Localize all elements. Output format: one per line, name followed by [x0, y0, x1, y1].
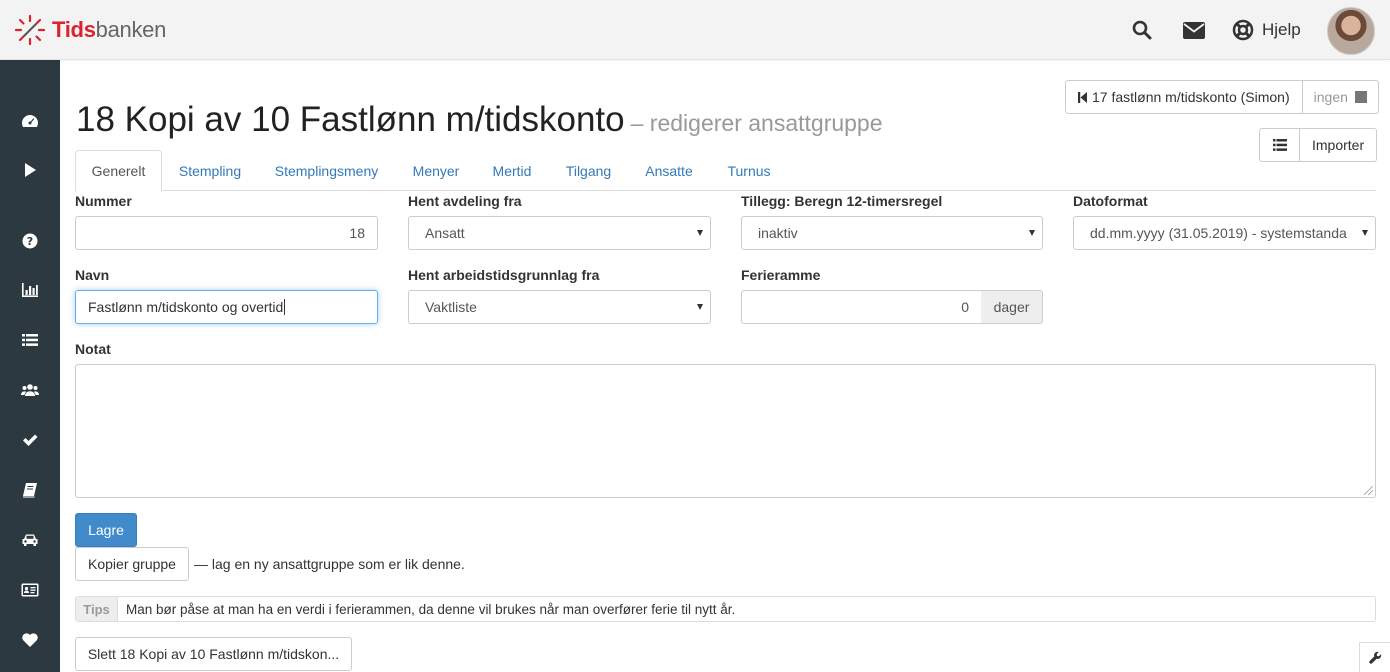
arbeidstid-select[interactable]: Vaktliste: [408, 290, 711, 324]
avatar[interactable]: [1327, 7, 1375, 55]
sidebar-item-car[interactable]: [0, 522, 60, 558]
search-icon[interactable]: [1130, 18, 1154, 42]
nummer-label: Nummer: [75, 193, 132, 209]
datoformat-value: dd.mm.yyyy (31.05.2019) - systemstanda: [1090, 225, 1347, 241]
tab-turnus[interactable]: Turnus: [716, 150, 782, 191]
sidebar-item-help[interactable]: ?: [0, 223, 60, 259]
next-group-label: ingen: [1313, 89, 1348, 105]
notat-textarea[interactable]: [75, 364, 1376, 498]
text-cursor: [284, 299, 286, 315]
ferieramme-input[interactable]: 0: [741, 290, 982, 324]
page-subtitle: – redigerer ansattgruppe: [630, 110, 883, 136]
tab-stemplingsmeny[interactable]: Stemplingsmeny: [262, 150, 391, 191]
caret-down-icon: [697, 230, 703, 236]
help-label: Hjelp: [1262, 20, 1301, 39]
check-icon: [23, 434, 38, 446]
book-icon: [23, 483, 37, 498]
tab-menyer[interactable]: Menyer: [399, 150, 473, 191]
ferieramme-unit: dager: [981, 290, 1043, 324]
avdeling-value: Ansatt: [425, 225, 465, 241]
tips-text: Man bør påse at man ha en verdi i ferier…: [126, 601, 736, 617]
step-backward-icon: [1078, 91, 1087, 103]
tab-mertid[interactable]: Mertid: [482, 150, 542, 191]
users-icon: [21, 384, 39, 396]
tips-label: Tips: [76, 597, 118, 621]
help-button[interactable]: Hjelp: [1232, 18, 1301, 42]
copy-group-button[interactable]: Kopier gruppe: [75, 547, 189, 581]
sidebar-item-play[interactable]: [0, 152, 60, 188]
page-title-main: 18 Kopi av 10 Fastlønn m/tidskonto: [76, 100, 625, 139]
sidebar-item-reports[interactable]: [0, 272, 60, 308]
prev-group-button[interactable]: 17 fastlønn m/tidskonto (Simon): [1065, 80, 1303, 114]
ferieramme-label: Ferieramme: [741, 267, 821, 283]
group-navigation: 17 fastlønn m/tidskonto (Simon) ingen: [1065, 80, 1379, 114]
sidebar-item-employees[interactable]: [0, 372, 60, 408]
id-card-icon: [21, 583, 39, 597]
tillegg-value: inaktiv: [758, 225, 798, 241]
sidebar-item-approve[interactable]: [0, 422, 60, 458]
heart-icon: [22, 633, 38, 647]
caret-down-icon: [1029, 230, 1035, 236]
datoformat-label: Datoformat: [1073, 193, 1148, 209]
sidebar-item-dashboard[interactable]: [0, 103, 60, 139]
resize-handle[interactable]: [1364, 486, 1373, 495]
datoformat-select[interactable]: dd.mm.yyyy (31.05.2019) - systemstanda: [1073, 216, 1376, 250]
top-bar: Tidsbanken Hjelp: [0, 0, 1390, 60]
tillegg-label: Tillegg: Beregn 12-timersregel: [741, 193, 943, 209]
notat-label: Notat: [75, 341, 111, 357]
avdeling-label: Hent avdeling fra: [408, 193, 522, 209]
arbeidstid-value: Vaktliste: [425, 299, 477, 315]
tab-generelt[interactable]: Generelt: [75, 150, 162, 192]
car-icon: [22, 534, 38, 546]
wrench-icon[interactable]: [1359, 642, 1390, 672]
tab-tilgang[interactable]: Tilgang: [553, 150, 624, 191]
bar-chart-icon: [22, 283, 38, 297]
avdeling-select[interactable]: Ansatt: [408, 216, 711, 250]
caret-down-icon: [1362, 230, 1368, 236]
list-icon: [22, 334, 38, 346]
sidebar-item-idcard[interactable]: [0, 572, 60, 608]
prev-group-label: 17 fastlønn m/tidskonto (Simon): [1092, 89, 1290, 105]
page-title: 18 Kopi av 10 Fastlønn m/tidskonto – redi…: [76, 100, 883, 140]
logo-text: Tidsbanken: [52, 17, 167, 42]
arbeidstid-label: Hent arbeidstidsgrunnlag fra: [408, 267, 600, 283]
copy-group-description: — lag en ny ansattgruppe som er lik denn…: [194, 556, 465, 572]
sidebar-item-book[interactable]: [0, 472, 60, 508]
play-icon: [25, 163, 36, 177]
nummer-input[interactable]: 18: [75, 216, 378, 250]
stop-icon: [1354, 91, 1367, 103]
sidebar: ?: [0, 60, 60, 672]
next-group-button[interactable]: ingen: [1302, 80, 1379, 114]
navn-value: Fastlønn m/tidskonto og overtid: [88, 299, 284, 315]
caret-down-icon: [697, 304, 703, 310]
svg-text:?: ?: [27, 235, 33, 248]
navn-label: Navn: [75, 267, 110, 283]
lifebuoy-icon: [1232, 19, 1254, 41]
logo-clock-icon: [14, 14, 46, 46]
tab-ansatte[interactable]: Ansatte: [633, 150, 705, 191]
sidebar-item-list[interactable]: [0, 322, 60, 358]
save-button[interactable]: Lagre: [75, 513, 137, 547]
tab-stempling[interactable]: Stempling: [165, 150, 255, 191]
sidebar-item-favorites[interactable]: [0, 622, 60, 658]
logo[interactable]: Tidsbanken: [14, 14, 166, 46]
envelope-icon[interactable]: [1182, 18, 1206, 42]
tillegg-select[interactable]: inaktiv: [741, 216, 1043, 250]
navn-input[interactable]: Fastlønn m/tidskonto og overtid: [75, 290, 378, 324]
tab-bar: Generelt Stempling Stemplingsmeny Menyer…: [75, 150, 1376, 192]
dashboard-icon: [22, 115, 38, 127]
tips-box: Tips Man bør påse at man ha en verdi i f…: [75, 596, 1376, 622]
question-icon: ?: [22, 233, 38, 249]
delete-group-button[interactable]: Slett 18 Kopi av 10 Fastlønn m/tidskon..…: [75, 637, 352, 671]
